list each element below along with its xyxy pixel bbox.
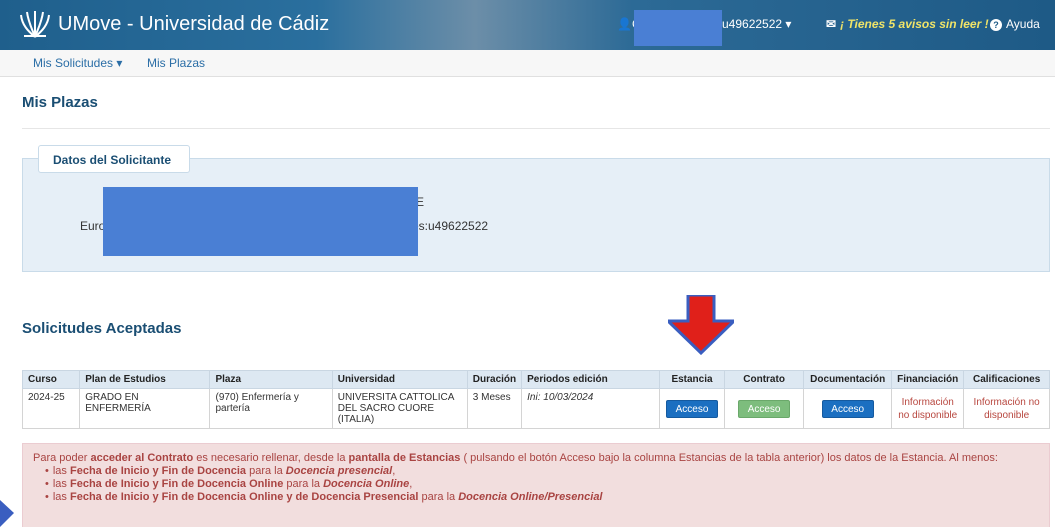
help-icon: ? bbox=[990, 19, 1002, 31]
accepted-requests-table: Curso Plan de Estudios Plaza Universidad… bbox=[21, 370, 1050, 429]
applicant-text-right: es:u49622522 bbox=[412, 219, 489, 233]
red-arrow-annotation-icon bbox=[668, 295, 734, 355]
user-id[interactable]: u49622522 ▾ bbox=[722, 17, 791, 31]
alert-intro: Para poder acceder al Contrato es necesa… bbox=[33, 452, 1039, 465]
section-title: Solicitudes Aceptadas bbox=[22, 320, 182, 337]
estancia-access-button[interactable]: Acceso bbox=[666, 399, 719, 418]
university-logo-icon bbox=[20, 11, 50, 38]
applicant-panel-tab: Datos del Solicitante bbox=[38, 145, 190, 173]
notifications-link[interactable]: ✉ ¡ Tienes 5 avisos sin leer ! bbox=[826, 17, 989, 31]
cell-periodos: Ini: 10/03/2024 bbox=[521, 388, 661, 429]
nav-mis-solicitudes[interactable]: Mis Solicitudes ▾ bbox=[33, 56, 122, 70]
alert-list: las Fecha de Inicio y Fin de Docencia pa… bbox=[45, 465, 1039, 504]
cell-curso: 2024-25 bbox=[21, 388, 81, 429]
col-financiacion: Financiación bbox=[891, 370, 965, 389]
alert-text: Para poder bbox=[33, 452, 91, 464]
col-universidad: Universidad bbox=[331, 370, 468, 389]
cell-financiacion: Información no disponible bbox=[891, 388, 965, 429]
alert-bold: acceder al Contrato bbox=[90, 452, 194, 464]
list-item: las Fecha de Inicio y Fin de Docencia On… bbox=[45, 478, 1039, 491]
applicant-text-left: Euro bbox=[80, 219, 106, 233]
cell-duracion: 3 Meses bbox=[466, 388, 523, 429]
alert-text: es necesario rellenar, desde la bbox=[193, 452, 349, 464]
cell-contrato: Acceso bbox=[723, 388, 805, 429]
table-row: 2024-25 GRADO EN ENFERMERÍA (970) Enferm… bbox=[21, 388, 1050, 429]
nav-mis-plazas[interactable]: Mis Plazas bbox=[147, 56, 205, 70]
help-link[interactable]: ? Ayuda bbox=[990, 17, 1040, 31]
page-title: Mis Plazas bbox=[22, 94, 98, 111]
documentacion-access-button[interactable]: Acceso bbox=[821, 399, 874, 418]
col-documentacion: Documentación bbox=[803, 370, 893, 389]
cell-plan: GRADO EN ENFERMERÍA bbox=[79, 388, 211, 429]
cell-universidad: UNIVERSITA CATTOLICA DEL SACRO CUORE (IT… bbox=[331, 388, 468, 429]
alert-bold: pantalla de Estancias bbox=[348, 452, 461, 464]
nav-bar: Mis Solicitudes ▾ Mis Plazas bbox=[0, 50, 1055, 77]
app-title[interactable]: UMove - Universidad de Cádiz bbox=[58, 13, 329, 36]
col-curso: Curso bbox=[21, 370, 81, 389]
col-calificaciones: Calificaciones bbox=[963, 370, 1050, 389]
table-header-row: Curso Plan de Estudios Plaza Universidad… bbox=[21, 370, 1050, 389]
cell-calificaciones: Información no disponible bbox=[963, 388, 1050, 429]
help-label: Ayuda bbox=[1006, 17, 1040, 31]
financiacion-status: Información no disponible bbox=[898, 396, 958, 421]
list-item: las Fecha de Inicio y Fin de Docencia pa… bbox=[45, 465, 1039, 478]
cell-documentacion: Acceso bbox=[803, 388, 893, 429]
col-duracion: Duración bbox=[466, 370, 523, 389]
redaction-box bbox=[103, 187, 418, 256]
calificaciones-status: Información no disponible bbox=[973, 396, 1040, 421]
cell-plaza: (970) Enfermería y partería bbox=[209, 388, 333, 429]
top-bar: UMove - Universidad de Cádiz 👤C u4962252… bbox=[0, 0, 1055, 50]
col-plan: Plan de Estudios bbox=[79, 370, 211, 389]
col-contrato: Contrato bbox=[723, 370, 805, 389]
cell-estancia: Acceso bbox=[659, 388, 725, 429]
contrato-access-button[interactable]: Acceso bbox=[738, 399, 791, 418]
contract-alert: Para poder acceder al Contrato es necesa… bbox=[22, 443, 1050, 527]
user-icon: 👤 bbox=[617, 17, 632, 31]
envelope-icon: ✉ bbox=[826, 17, 837, 31]
alert-text: ( pulsando el botón Acceso bajo la colum… bbox=[460, 452, 998, 464]
list-item: las Fecha de Inicio y Fin de Docencia On… bbox=[45, 491, 1039, 504]
redaction-box bbox=[634, 10, 722, 46]
col-estancia: Estancia bbox=[659, 370, 725, 389]
col-periodos: Periodos edición bbox=[521, 370, 661, 389]
divider bbox=[22, 128, 1050, 129]
blue-arrow-annotation-icon bbox=[0, 500, 14, 527]
notifications-text: ¡ Tienes 5 avisos sin leer ! bbox=[840, 17, 989, 31]
col-plaza: Plaza bbox=[209, 370, 333, 389]
